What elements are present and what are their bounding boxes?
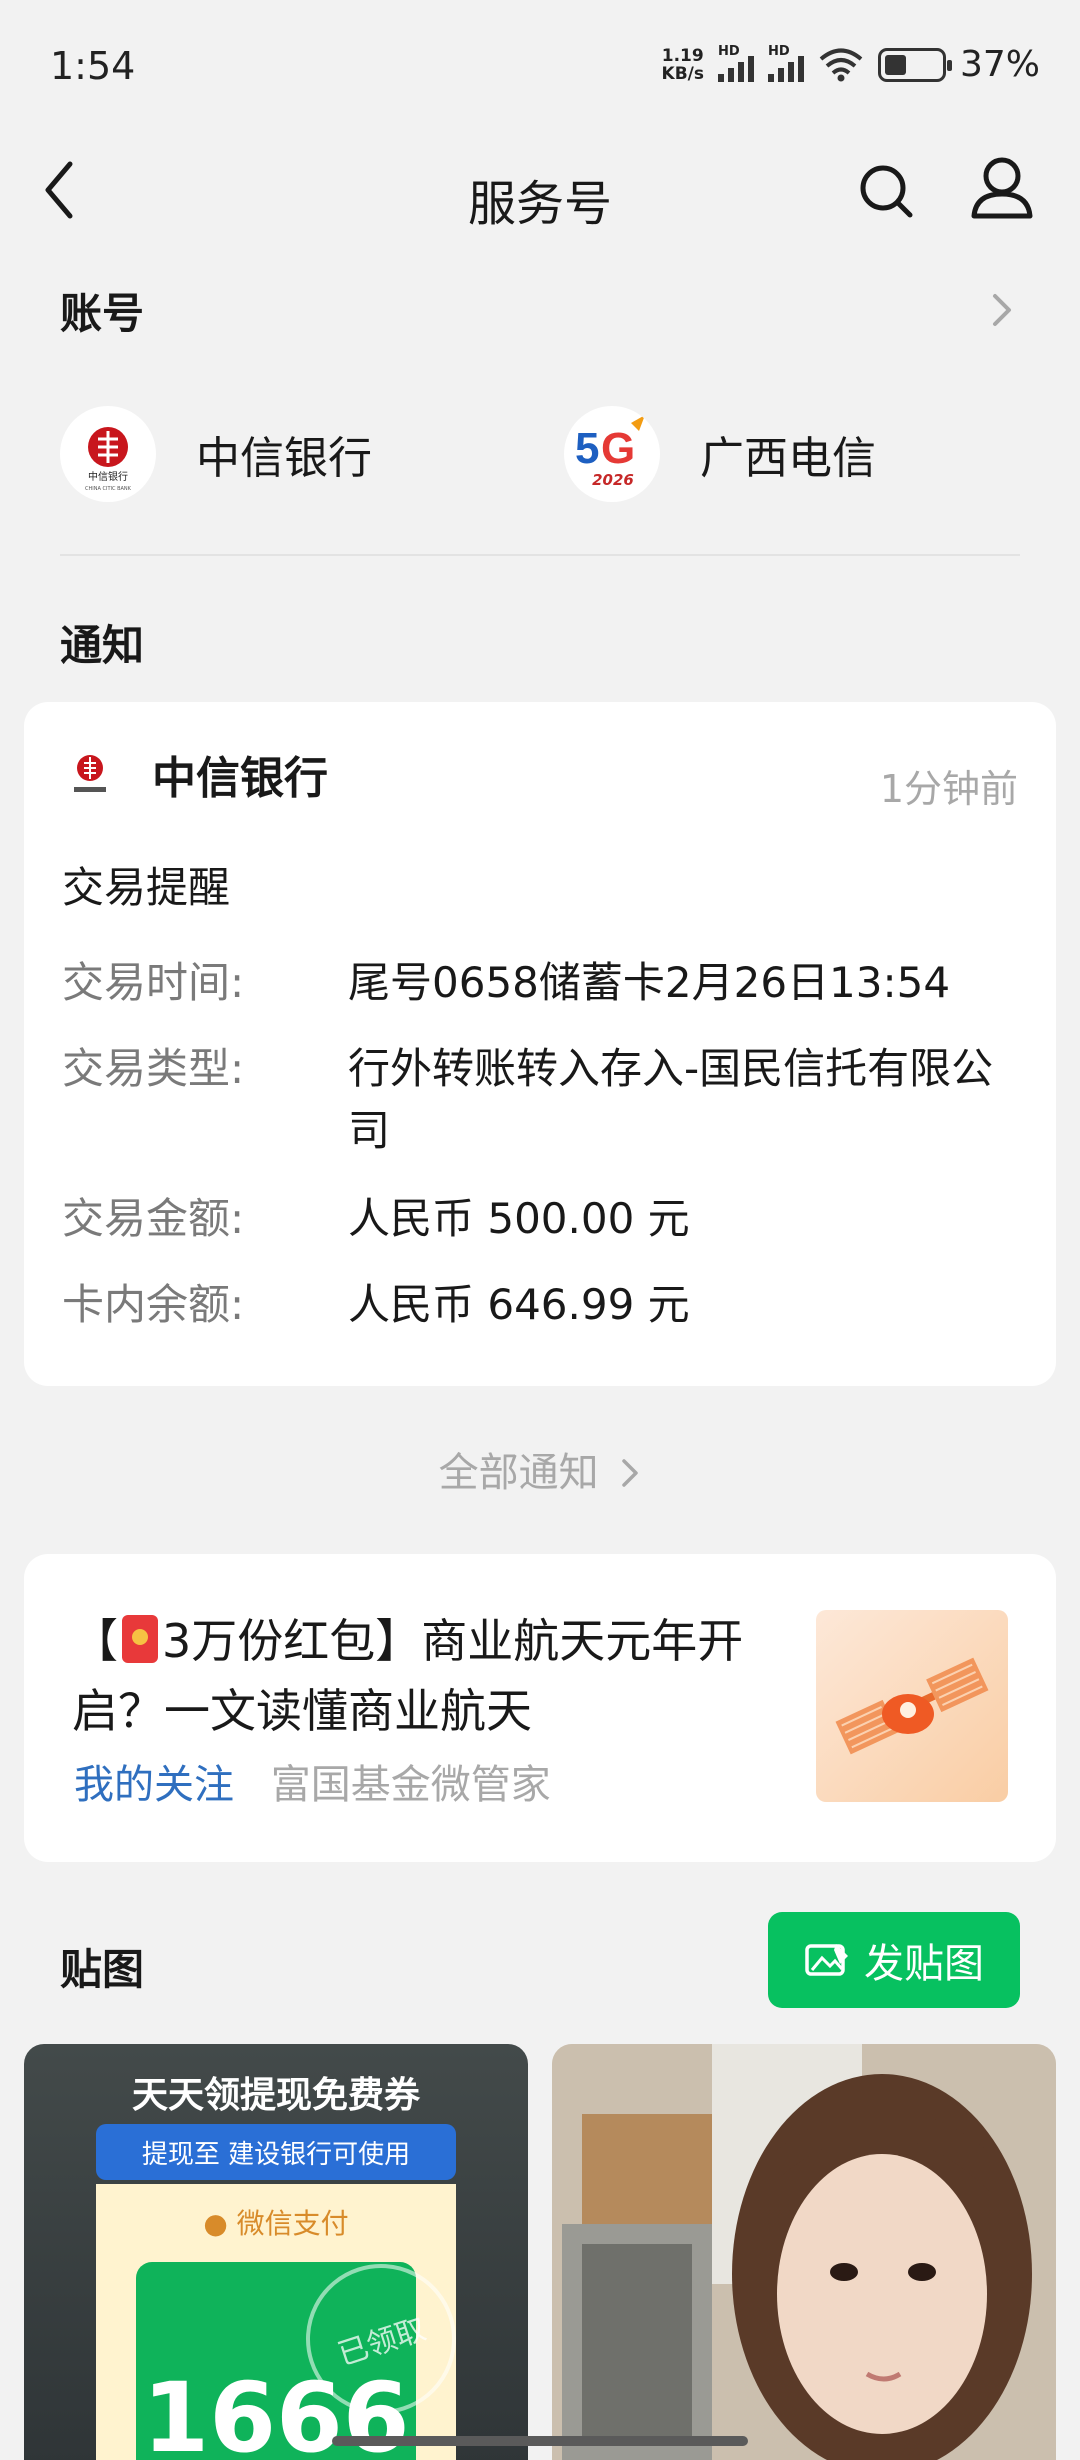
svg-text:CHINA CITIC BANK: CHINA CITIC BANK xyxy=(85,486,132,492)
notification-sender: 中信银行 xyxy=(152,753,328,804)
chevron-right-icon xyxy=(622,1459,639,1487)
row-key: 交易时间: xyxy=(62,958,245,1007)
red-envelope-icon xyxy=(122,1615,158,1663)
sticker-card[interactable]: 天天领提现免费券 ● 微信支付 1666 提现至 建设银行可使用 已领取 xyxy=(24,2044,528,2460)
notification-row: 交易类型: 行外转账转入存入-国民信托有限公司 xyxy=(62,1038,1028,1162)
notification-row: 交易时间: 尾号0658储蓄卡2月26日13:54 xyxy=(62,952,1028,1014)
article-card[interactable]: 【3万份红包】商业航天元年开启？一文读懂商业航天 我的关注 富国基金微管家 xyxy=(24,1554,1056,1862)
row-key: 卡内余额: xyxy=(62,1280,245,1329)
home-indicator[interactable] xyxy=(332,2436,748,2446)
battery-percent: 37% xyxy=(959,44,1040,85)
notification-time: 1分钟前 xyxy=(879,767,1018,811)
status-icons: 1.19 KB/s HD HD 37% xyxy=(661,44,1040,86)
satellite-thumbnail xyxy=(816,1610,1008,1802)
signal-icon-2: HD xyxy=(767,44,804,82)
notification-row: 交易金额: 人民币 500.00 元 xyxy=(62,1188,1028,1250)
row-value: 尾号0658储蓄卡2月26日13:54 xyxy=(348,958,951,1007)
profile-icon[interactable] xyxy=(966,148,1038,228)
notification-row: 卡内余额: 人民币 646.99 元 xyxy=(62,1274,1028,1336)
follow-tag: 我的关注 xyxy=(74,1762,234,1808)
svg-text:G: G xyxy=(601,424,635,473)
notifications-section-title: 通知 xyxy=(60,621,145,670)
signal-icon: HD xyxy=(717,44,754,82)
coupon-banner: 提现至 建设银行可使用 xyxy=(96,2124,456,2180)
wechat-pay-icon: ● xyxy=(203,2207,228,2240)
article-title: 【3万份红包】商业航天元年开启？一文读懂商业航天 xyxy=(72,1614,744,1738)
svg-text:中信银行: 中信银行 xyxy=(88,470,128,483)
account-name: 中信银行 xyxy=(196,433,372,484)
row-key: 交易金额: xyxy=(62,1194,245,1243)
notification-header: 中信银行 xyxy=(60,742,328,806)
notification-card[interactable]: 中信银行 1分钟前 交易提醒 交易时间: 尾号0658储蓄卡2月26日13:54… xyxy=(24,702,1056,1386)
article-source: 富国基金微管家 xyxy=(270,1762,551,1808)
row-value: 行外转账转入存入-国民信托有限公司 xyxy=(348,1044,994,1155)
divider xyxy=(60,554,1020,556)
search-icon[interactable] xyxy=(852,150,922,230)
account-item-telecom[interactable]: 5 G 2026 广西电信 xyxy=(564,406,876,502)
chevron-right-icon[interactable] xyxy=(990,290,1014,330)
row-value: 人民币 646.99 元 xyxy=(348,1280,690,1329)
citic-bank-logo-icon xyxy=(74,755,106,792)
accounts-section-title: 账号 xyxy=(60,289,145,338)
sticker-headline: 天天领提现免费券 xyxy=(131,2075,420,2116)
telecom-5g-logo-icon: 5 G 2026 xyxy=(564,406,660,502)
wechat-pay-label: ● 微信支付 xyxy=(203,2207,349,2240)
post-sticker-button[interactable]: 发贴图 xyxy=(768,1912,1020,2008)
status-bar: 1:54 1.19 KB/s HD HD 37% xyxy=(0,0,1080,130)
nav-header: 服务号 xyxy=(0,130,1080,250)
image-post-icon xyxy=(805,1944,848,1976)
stickers-section-title: 贴图 xyxy=(60,1945,145,1994)
article-meta: 我的关注 富国基金微管家 xyxy=(74,1752,551,1810)
svg-text:5: 5 xyxy=(575,424,599,473)
svg-text:2026: 2026 xyxy=(592,471,634,489)
status-time: 1:54 xyxy=(50,44,136,88)
account-name: 广西电信 xyxy=(700,433,876,484)
row-value: 人民币 500.00 元 xyxy=(348,1194,690,1243)
notification-subject: 交易提醒 xyxy=(62,863,231,912)
sticker-photo-card[interactable] xyxy=(552,2044,1056,2460)
account-item-citic[interactable]: 中信银行 CHINA CITIC BANK 中信银行 xyxy=(60,406,372,502)
network-speed: 1.19 KB/s xyxy=(661,45,704,84)
all-notifications-link[interactable]: 全部通知 xyxy=(0,1440,1080,1498)
row-key: 交易类型: xyxy=(62,1044,245,1093)
wifi-icon xyxy=(819,48,863,81)
citic-bank-logo-icon: 中信银行 CHINA CITIC BANK xyxy=(60,406,156,502)
battery-icon xyxy=(877,47,952,82)
portrait-photo xyxy=(552,2044,1056,2460)
